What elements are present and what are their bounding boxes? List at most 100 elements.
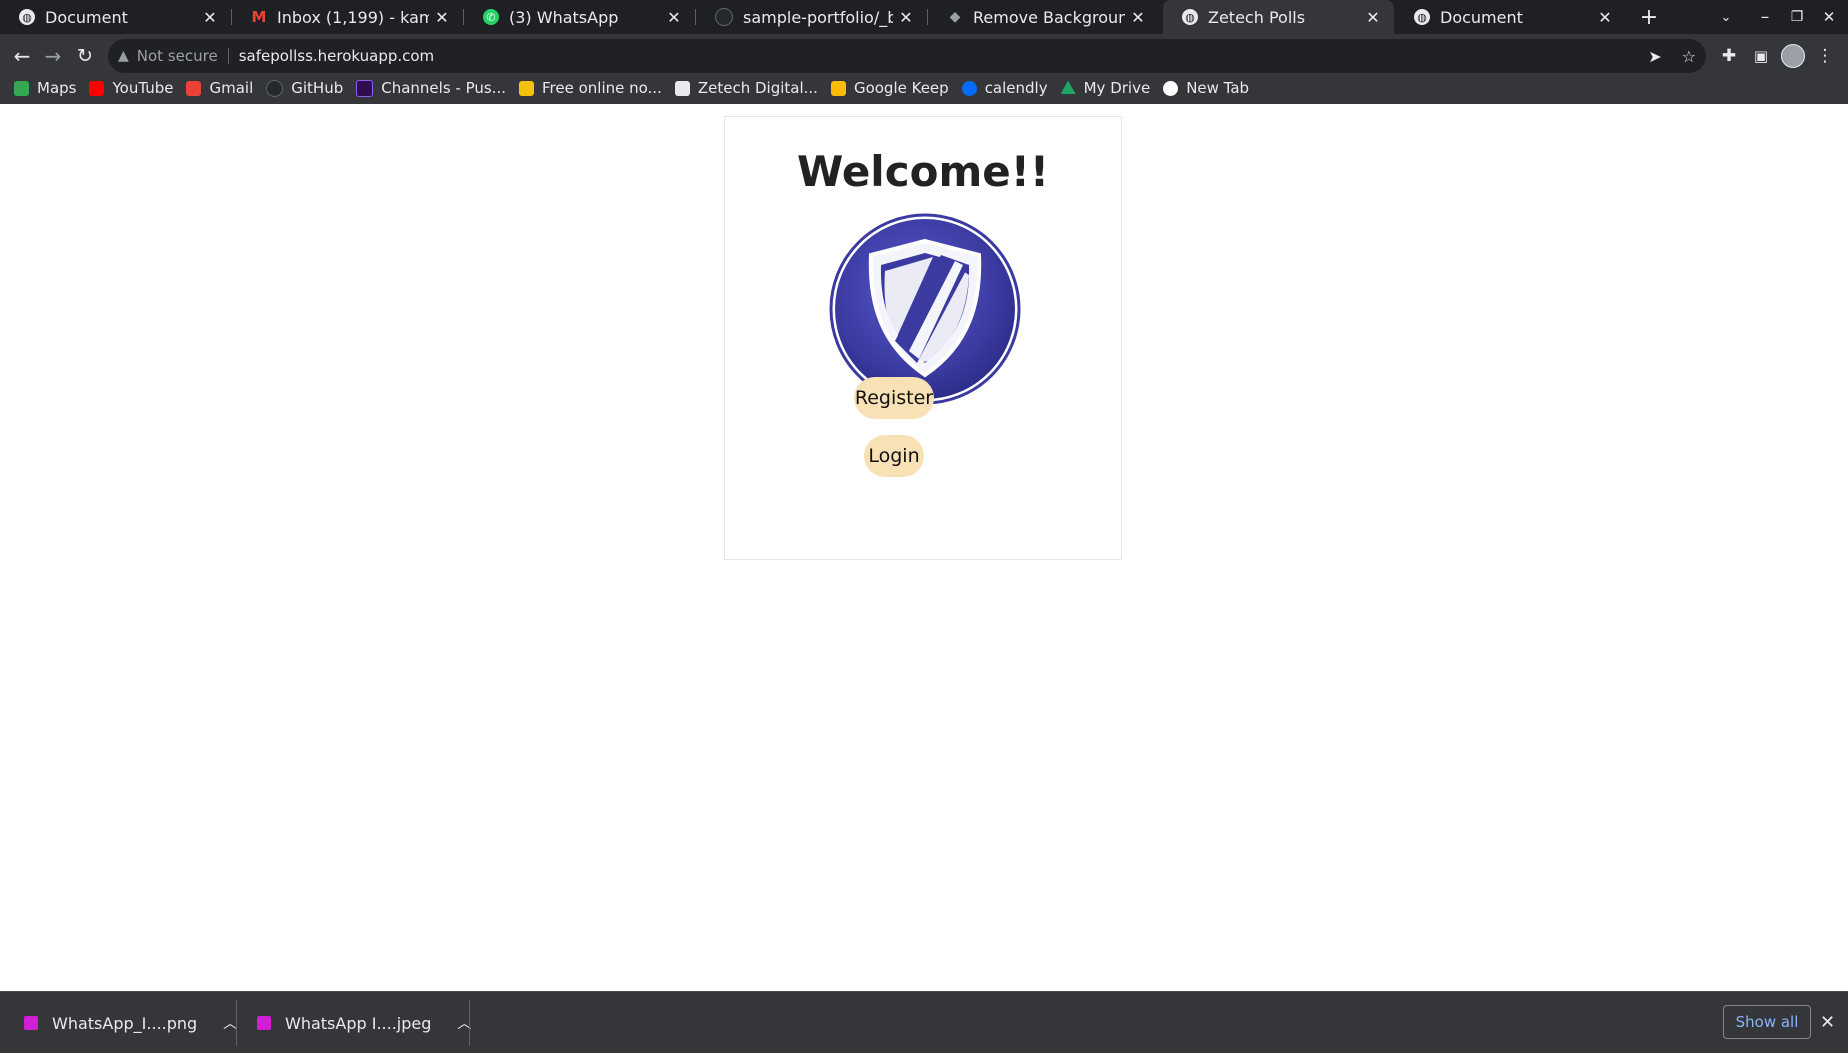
bookmark-zetech-digital[interactable]: Zetech Digital... — [674, 79, 818, 97]
page-title: Welcome!! — [796, 147, 1050, 196]
calendly-icon — [961, 80, 977, 96]
tab-whatsapp[interactable]: ✆ (3) WhatsApp ✕ — [464, 0, 695, 34]
zetech-icon — [674, 80, 690, 96]
close-icon[interactable]: ✕ — [1360, 8, 1386, 27]
bookmark-free-online[interactable]: Free online no... — [519, 79, 662, 97]
bookmark-label: Google Keep — [853, 79, 949, 97]
login-button[interactable]: Login — [864, 435, 924, 477]
globe-icon: ◍ — [19, 9, 35, 25]
image-file-icon — [257, 1016, 271, 1030]
register-button[interactable]: Register — [854, 377, 934, 419]
page-content: Welcome!! Register Login — [0, 104, 1848, 991]
send-icon[interactable]: ➤ — [1648, 47, 1661, 66]
tab-document-2[interactable]: ◍ Document ✕ — [1395, 0, 1626, 34]
omnibox-divider — [227, 48, 229, 64]
tab-zetech-polls[interactable]: ◍ Zetech Polls ✕ — [1163, 0, 1394, 34]
download-filename: WhatsApp_I....png — [52, 1013, 198, 1033]
layers-icon: ◆ — [949, 9, 961, 25]
bookmark-youtube[interactable]: YouTube — [89, 79, 173, 97]
security-label[interactable]: Not secure — [137, 47, 218, 65]
close-icon[interactable]: ✕ — [197, 8, 223, 27]
address-bar[interactable]: ▲ Not secure safepollss.herokuapp.com ➤ … — [108, 39, 1706, 73]
bookmark-label: Maps — [37, 79, 77, 97]
minimize-icon[interactable]: – — [1752, 0, 1778, 34]
back-icon[interactable]: ← — [8, 42, 36, 70]
bookmark-channels[interactable]: Channels - Pus... — [356, 79, 506, 97]
close-icon[interactable]: ✕ — [1125, 8, 1151, 27]
new-tab-button[interactable]: + — [1636, 0, 1662, 34]
bookmark-label: Zetech Digital... — [697, 79, 818, 97]
bookmark-label: Free online no... — [542, 79, 662, 97]
bookmark-new-tab[interactable]: New Tab — [1163, 79, 1249, 97]
globe-icon: ◍ — [1182, 9, 1198, 25]
bookmark-calendly[interactable]: calendly — [961, 79, 1048, 97]
bookmark-gmail[interactable]: Gmail — [186, 79, 253, 97]
bookmark-label: calendly — [984, 79, 1048, 97]
tab-title: Document — [1440, 7, 1523, 27]
globe-icon: ◍ — [1414, 9, 1430, 25]
github-icon — [266, 79, 284, 97]
forward-icon[interactable]: → — [39, 42, 67, 70]
bookmark-star-icon[interactable]: ☆ — [1682, 47, 1696, 66]
whatsapp-icon: ✆ — [483, 9, 499, 25]
close-icon[interactable]: ✕ — [661, 8, 687, 27]
bookmark-label: Gmail — [209, 79, 254, 97]
bookmark-label: YouTube — [112, 79, 174, 97]
keep-icon — [830, 80, 846, 96]
bookmark-label: My Drive — [1083, 79, 1151, 97]
bookmark-label: Channels - Pus... — [381, 79, 506, 97]
download-separator — [469, 1000, 470, 1046]
bookmark-google-keep[interactable]: Google Keep — [830, 79, 949, 97]
url-text[interactable]: safepollss.herokuapp.com — [239, 47, 434, 65]
drive-icon — [1060, 80, 1076, 94]
close-icon[interactable]: ✕ — [1592, 8, 1618, 27]
close-icon[interactable]: ✕ — [1820, 1012, 1835, 1033]
pusher-icon — [356, 79, 374, 97]
maps-icon — [14, 80, 29, 96]
welcome-card: Welcome!! Register Login — [724, 116, 1122, 560]
omnibox-actions: ➤ ☆ — [1648, 39, 1696, 73]
tab-document-1[interactable]: ◍ Document ✕ — [0, 0, 231, 34]
bookmark-github[interactable]: GitHub — [266, 79, 343, 97]
avatar[interactable] — [1780, 42, 1806, 70]
bookmark-my-drive[interactable]: My Drive — [1060, 79, 1151, 97]
gmail-icon — [186, 80, 202, 96]
tab-remove-background[interactable]: ◆ Remove Background fro ✕ — [928, 0, 1159, 34]
download-separator — [236, 1000, 237, 1046]
bookmark-maps[interactable]: Maps — [14, 79, 76, 97]
new-tab-icon — [1163, 80, 1179, 96]
extensions-icon[interactable]: ✚ — [1716, 42, 1742, 70]
gmail-icon: M — [251, 8, 267, 26]
bookmarks-bar: Maps YouTube Gmail GitHub Channels - Pus… — [0, 72, 1848, 104]
tab-github-portfolio[interactable]: sample-portfolio/_base. ✕ — [696, 0, 927, 34]
reload-icon[interactable]: ↻ — [71, 42, 99, 70]
download-item[interactable]: WhatsApp I....jpeg ︿ — [257, 992, 471, 1054]
window-close-icon[interactable]: ✕ — [1816, 0, 1842, 34]
github-icon — [715, 8, 733, 26]
tab-title: Remove Background fro — [973, 7, 1125, 27]
menu-icon[interactable]: ⋮ — [1812, 42, 1838, 70]
browser-toolbar: ← → ↻ ▲ Not secure safepollss.herokuapp.… — [0, 34, 1848, 104]
tab-title: Inbox (1,199) - kamausuz — [277, 7, 429, 27]
zetech-shield-logo — [829, 213, 1021, 405]
tab-title: Document — [45, 7, 128, 27]
download-item[interactable]: WhatsApp_I....png ︿ — [24, 992, 237, 1054]
bookmark-label: New Tab — [1186, 79, 1250, 97]
tab-title: sample-portfolio/_base. — [743, 7, 893, 27]
downloads-bar: WhatsApp_I....png ︿ WhatsApp I....jpeg ︿… — [0, 991, 1848, 1053]
tab-title: (3) WhatsApp — [509, 7, 619, 27]
show-all-button[interactable]: Show all — [1723, 1005, 1811, 1039]
tab-title: Zetech Polls — [1208, 7, 1306, 27]
download-filename: WhatsApp I....jpeg — [285, 1013, 432, 1033]
image-file-icon — [24, 1016, 38, 1030]
profile-avatar-icon — [1781, 44, 1805, 68]
close-icon[interactable]: ✕ — [429, 8, 455, 27]
side-panel-icon[interactable]: ▣ — [1748, 42, 1774, 70]
notepad-icon — [519, 80, 534, 96]
tab-search-icon[interactable]: ⌄ — [1713, 0, 1739, 34]
close-icon[interactable]: ✕ — [893, 8, 919, 27]
youtube-icon — [89, 80, 105, 96]
tab-gmail-inbox[interactable]: M Inbox (1,199) - kamausuz ✕ — [232, 0, 463, 34]
warning-icon[interactable]: ▲ — [118, 48, 129, 64]
restore-icon[interactable]: ❐ — [1784, 0, 1810, 34]
